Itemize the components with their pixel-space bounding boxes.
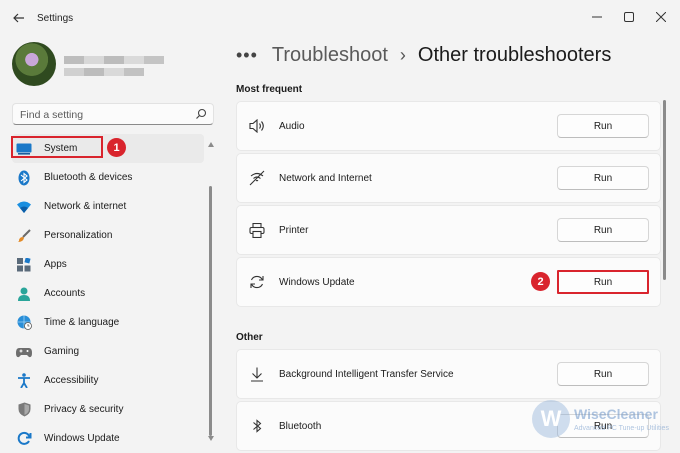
sidebar-item-privacy-security[interactable]: Privacy & security: [12, 395, 204, 424]
troubleshooter-network: Network and Internet Run: [236, 153, 661, 203]
sidebar-item-network[interactable]: Network & internet: [12, 192, 204, 221]
sidebar-scrollbar[interactable]: [208, 142, 214, 442]
system-highlight-box: [11, 136, 103, 158]
troubleshooter-label: Network and Internet: [279, 173, 372, 184]
run-button-windows-update[interactable]: Run: [557, 270, 649, 294]
troubleshooter-label: Bluetooth: [279, 421, 322, 432]
sidebar-item-label: Accounts: [44, 288, 86, 299]
run-button-printer[interactable]: Run: [557, 218, 649, 242]
breadcrumb-troubleshoot[interactable]: Troubleshoot: [272, 44, 388, 67]
user-email-redacted: [64, 68, 144, 76]
watermark-letter: W: [532, 400, 570, 438]
person-icon: [16, 286, 32, 302]
sidebar-item-label: Time & language: [44, 317, 120, 328]
update-icon: [16, 431, 32, 447]
search-input[interactable]: Find a setting: [20, 109, 83, 121]
troubleshooter-audio: Audio Run: [236, 101, 661, 151]
sidebar-item-time-language[interactable]: Time & language: [12, 308, 204, 337]
back-arrow-icon: [13, 13, 24, 23]
troubleshooter-label: Windows Update: [279, 277, 355, 288]
maximize-icon: [624, 12, 634, 22]
speaker-icon: [249, 118, 265, 134]
section-heading-other: Other: [236, 332, 263, 343]
sidebar-item-label: Apps: [44, 259, 67, 270]
sidebar-item-label: Windows Update: [44, 433, 120, 444]
sidebar-scroll-thumb[interactable]: [209, 186, 212, 436]
sidebar-item-label: Accessibility: [44, 375, 99, 386]
title-bar: Settings: [0, 0, 680, 36]
sidebar-item-personalization[interactable]: Personalization: [12, 221, 204, 250]
sidebar-item-bluetooth[interactable]: Bluetooth & devices: [12, 163, 204, 192]
user-name-redacted: [64, 56, 164, 64]
globe-clock-icon: [16, 315, 32, 331]
troubleshooter-printer: Printer Run: [236, 205, 661, 255]
minimize-button[interactable]: [582, 6, 612, 28]
troubleshooter-label: Audio: [279, 121, 305, 132]
main-scrollbar[interactable]: [663, 100, 667, 400]
gamepad-icon: [16, 344, 32, 360]
troubleshooter-label: Printer: [279, 225, 309, 236]
download-icon: [249, 366, 265, 382]
brush-icon: [16, 228, 32, 244]
sidebar-item-label: Personalization: [44, 230, 113, 241]
breadcrumb: ••• Troubleshoot › Other troubleshooters: [236, 42, 611, 68]
back-button[interactable]: [8, 8, 30, 28]
close-button[interactable]: [646, 6, 676, 28]
printer-icon: [249, 222, 265, 238]
sidebar-nav: System Bluetooth & devices Network & int…: [12, 134, 204, 453]
accessibility-icon: [16, 373, 32, 389]
minimize-icon: [592, 16, 602, 18]
watermark-subtitle: Advanced PC Tune-up Utilities: [574, 425, 669, 432]
watermark-title: WiseCleaner: [574, 406, 658, 422]
sidebar-item-accounts[interactable]: Accounts: [12, 279, 204, 308]
sidebar-item-windows-update[interactable]: Windows Update: [12, 424, 204, 453]
network-icon: [249, 170, 265, 186]
section-heading-most-frequent: Most frequent: [236, 84, 303, 95]
bluetooth-icon: [16, 170, 32, 186]
search-box[interactable]: Find a setting: [12, 103, 214, 125]
step-badge-2: 2: [531, 272, 550, 291]
refresh-icon: [249, 274, 265, 290]
sidebar-item-label: Privacy & security: [44, 404, 124, 415]
scroll-down-icon: [208, 436, 214, 441]
main-scroll-thumb[interactable]: [663, 100, 666, 280]
troubleshooter-label: Background Intelligent Transfer Service: [279, 369, 454, 380]
troubleshooter-windows-update: Windows Update Run: [236, 257, 661, 307]
page-title: Other troubleshooters: [417, 43, 612, 66]
maximize-button[interactable]: [614, 6, 644, 28]
wifi-icon: [16, 199, 32, 215]
scroll-up-icon: [208, 142, 214, 147]
app-title: Settings: [37, 13, 74, 24]
sidebar-item-gaming[interactable]: Gaming: [12, 337, 204, 366]
run-button-network[interactable]: Run: [557, 166, 649, 190]
close-icon: [656, 12, 666, 22]
user-profile[interactable]: [12, 42, 212, 92]
run-button-bits[interactable]: Run: [557, 362, 649, 386]
apps-icon: [16, 257, 32, 273]
bluetooth-icon: [249, 418, 265, 434]
step-badge-1: 1: [107, 138, 126, 157]
watermark-logo: W WiseCleaner Advanced PC Tune-up Utilit…: [532, 398, 680, 442]
avatar: [12, 42, 56, 86]
run-button-audio[interactable]: Run: [557, 114, 649, 138]
breadcrumb-more-button[interactable]: •••: [236, 45, 258, 66]
sidebar-item-label: Gaming: [44, 346, 80, 357]
sidebar-item-label: Bluetooth & devices: [44, 172, 133, 183]
breadcrumb-separator: ›: [399, 44, 406, 65]
sidebar-item-apps[interactable]: Apps: [12, 250, 204, 279]
search-icon: [196, 108, 207, 119]
sidebar-item-accessibility[interactable]: Accessibility: [12, 366, 204, 395]
sidebar-item-label: Network & internet: [44, 201, 127, 212]
troubleshooter-bits: Background Intelligent Transfer Service …: [236, 349, 661, 399]
shield-icon: [16, 402, 32, 418]
